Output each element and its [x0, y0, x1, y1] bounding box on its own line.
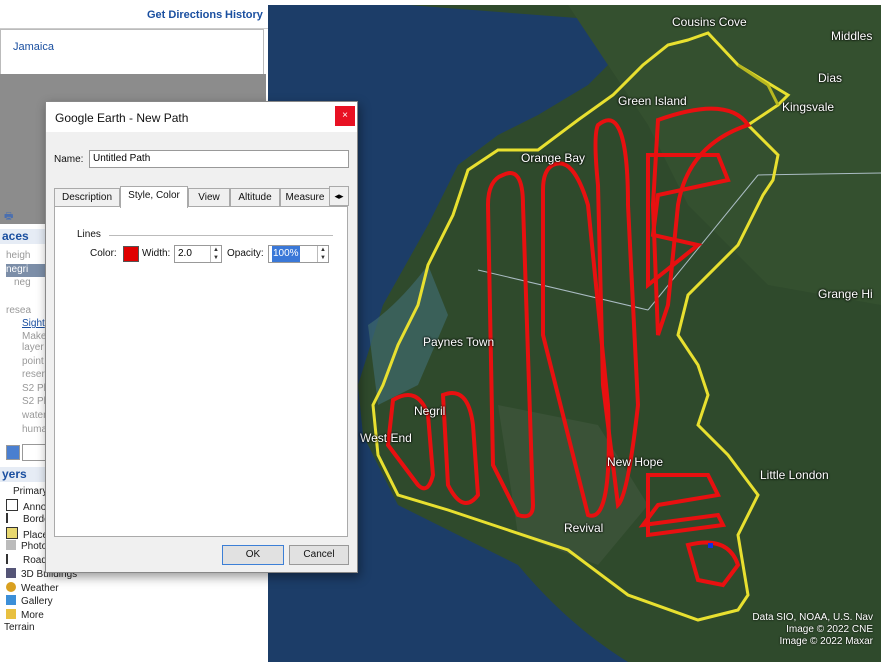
map-attribution: Data SIO, NOAA, U.S. Nav — [752, 612, 873, 623]
style-color-panel: Lines Color: Width: 2.0 ▲ ▼ Opacity: 100%… — [54, 206, 348, 537]
flag-icon — [6, 513, 18, 523]
photo-icon — [6, 540, 16, 550]
places-panel-icon[interactable] — [6, 445, 20, 460]
search-results-panel: Jamaica — [0, 29, 264, 75]
folder-icon — [6, 609, 16, 619]
color-label: Color: — [90, 248, 117, 259]
name-input[interactable]: Untitled Path — [89, 150, 349, 168]
opacity-value: 100% — [272, 246, 300, 262]
tab-style-color[interactable]: Style, Color — [120, 186, 188, 208]
name-label: Name: — [54, 154, 84, 165]
layer-borders[interactable]: Borde — [6, 513, 50, 526]
map-label: Dias — [818, 71, 843, 85]
layer-places[interactable]: Place — [6, 527, 48, 541]
layer-photos[interactable]: Photo — [6, 540, 47, 553]
width-stepper[interactable]: 2.0 ▲ ▼ — [174, 245, 222, 263]
opacity-label: Opacity: — [227, 248, 264, 259]
map-label: Grange Hi — [818, 287, 873, 301]
layer-annotations[interactable]: Annot — [6, 499, 49, 513]
tab-description[interactable]: Description — [54, 188, 120, 207]
map-attribution: Image © 2022 CNE — [786, 624, 873, 635]
width-label: Width: — [142, 248, 171, 259]
map-attribution: Image © 2022 Maxar — [779, 636, 873, 647]
layer-weather[interactable]: Weather — [6, 582, 59, 595]
map-label: Green Island — [618, 94, 687, 108]
map-label: Middles — [831, 29, 873, 43]
weather-icon — [6, 582, 16, 592]
new-path-dialog: Google Earth - New Path × Name: Untitled… — [45, 101, 358, 573]
get-directions-link[interactable]: Get Directions — [147, 9, 222, 21]
print-icon[interactable]: 🖶 — [4, 209, 13, 226]
spin-arrows-icon[interactable]: ▲ ▼ — [210, 246, 221, 262]
tab-scroll-arrows[interactable]: ◂▸ — [329, 186, 349, 206]
map-label: New Hope — [607, 455, 664, 469]
width-value: 2.0 — [178, 248, 192, 259]
opacity-stepper[interactable]: 100% ▲ ▼ — [268, 245, 329, 263]
place-icon — [6, 527, 18, 539]
map-label: Kingsvale — [782, 100, 835, 114]
cancel-button[interactable]: Cancel — [289, 545, 349, 565]
road-icon — [6, 554, 18, 564]
layer-terrain[interactable]: Terrain — [4, 622, 35, 635]
map-label: Cousins Cove — [672, 15, 747, 29]
search-toolbar: Get Directions History — [0, 0, 268, 29]
layer-gallery[interactable]: Gallery — [6, 595, 53, 608]
dialog-title: Google Earth - New Path — [55, 111, 189, 125]
map-label: West End — [360, 431, 412, 445]
map-label: Orange Bay — [521, 151, 586, 165]
tab-altitude[interactable]: Altitude — [230, 188, 280, 207]
layer-primary-database[interactable]: Primary — [2, 485, 47, 498]
dialog-title-bar[interactable]: Google Earth - New Path × — [46, 102, 357, 132]
gallery-icon — [6, 595, 16, 605]
map-label: Little London — [760, 468, 829, 482]
color-swatch[interactable] — [123, 246, 139, 262]
map-label: Paynes Town — [423, 335, 495, 349]
close-button[interactable]: × — [335, 106, 355, 126]
search-result-link[interactable]: Jamaica — [13, 41, 54, 53]
tab-view[interactable]: View — [188, 188, 230, 207]
ok-button[interactable]: OK — [222, 545, 284, 565]
lines-group-label: Lines — [77, 229, 103, 240]
group-divider — [109, 235, 333, 236]
map-view[interactable]: Cousins Cove Middles Dias Green Island K… — [268, 5, 881, 662]
spin-arrows-icon[interactable]: ▲ ▼ — [317, 246, 328, 262]
map-label: Negril — [414, 404, 446, 418]
history-link[interactable]: History — [225, 9, 263, 21]
tab-measure[interactable]: Measure — [280, 188, 330, 207]
envelope-icon — [6, 499, 18, 511]
expand-icon[interactable] — [2, 485, 8, 495]
layer-more[interactable]: More — [6, 609, 44, 622]
map-label: Revival — [564, 521, 604, 535]
building-icon — [6, 568, 16, 578]
